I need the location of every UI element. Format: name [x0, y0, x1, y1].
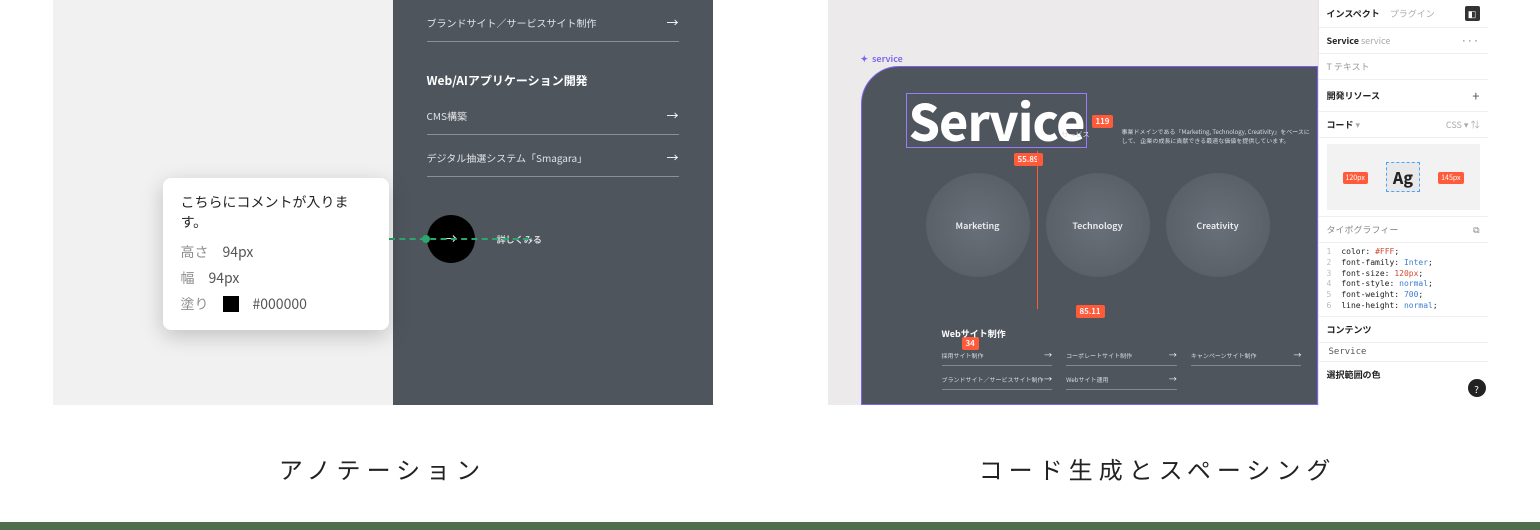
circle-creativity: Creativity: [1166, 173, 1270, 277]
annotation-panel: ブランドサイト／サービスサイト制作 → Web/AIアプリケーション開発 CMS…: [40, 0, 725, 486]
more-icon[interactable]: ···: [1461, 34, 1479, 47]
menu-item[interactable]: ブランドサイト／サービスサイト制作 →: [427, 0, 679, 42]
menu-item[interactable]: デジタル抽選システム「Smagara」 →: [427, 135, 679, 177]
code-label: コード: [1327, 118, 1354, 131]
service-link[interactable]: コーポレートサイト制作→: [1066, 346, 1177, 366]
arrow-right-icon: →: [1169, 374, 1177, 385]
code-lang[interactable]: CSS: [1446, 118, 1462, 131]
annotation-card[interactable]: こちらにコメントが入ります。 高さ 94px 幅 94px 塗り #000000: [163, 178, 389, 330]
code-row: コード ▾ CSS ▾ ⇅: [1319, 112, 1488, 138]
text-type-row: T テキスト: [1319, 54, 1488, 80]
spacing-badge: 119: [1092, 115, 1114, 128]
panel-toggle-icon[interactable]: ◧: [1465, 6, 1480, 21]
layer-name: service: [1361, 34, 1390, 47]
layer-type: Service: [1327, 34, 1359, 47]
menu-item[interactable]: CMS構築 →: [427, 93, 679, 135]
label: 幅: [181, 268, 195, 288]
help-icon[interactable]: ?: [1468, 379, 1486, 397]
arrow-right-icon: →: [666, 14, 678, 31]
selection-color-heading: 選択範囲の色: [1319, 362, 1488, 387]
value: #000000: [253, 294, 307, 314]
arrow-right-icon: →: [1293, 350, 1301, 361]
layer-name-row: Service service ···: [1319, 28, 1488, 54]
arrow-right-icon: →: [1044, 374, 1052, 385]
service-sub: サービス: [1062, 130, 1090, 140]
size-badge-right: 145px: [1438, 172, 1463, 184]
tab-inspect[interactable]: インスペクト: [1327, 7, 1380, 20]
arrow-right-icon: →: [1044, 350, 1052, 361]
menu-label: ブランドサイト／サービスサイト制作: [427, 15, 597, 30]
arrow-right-icon: →: [666, 149, 678, 166]
inspector-sidebar: インスペクト プラグイン ◧ Service service ··· T テキス…: [1318, 0, 1488, 405]
spacing-badge: 85.11: [1076, 305, 1105, 318]
frame-name: service: [872, 52, 903, 65]
annotation-height: 高さ 94px: [181, 242, 371, 262]
value: 94px: [209, 268, 240, 288]
service-link[interactable]: Webサイト運用→: [1066, 370, 1177, 390]
settings-icon[interactable]: ⇅: [1470, 118, 1479, 131]
frame-label[interactable]: service: [861, 52, 903, 65]
size-badge-left: 120px: [1343, 172, 1368, 184]
content-heading: コンテンツ: [1319, 317, 1488, 343]
color-swatch: [223, 296, 239, 312]
annotation-leader-line: [389, 238, 529, 240]
typography-heading: タイポグラフィー ⧉: [1319, 217, 1488, 243]
ag-sample: Ag: [1386, 162, 1420, 192]
arrow-right-icon: →: [1169, 350, 1177, 361]
label: 塗り: [181, 294, 209, 314]
label: 高さ: [181, 242, 209, 262]
copy-icon[interactable]: ⧉: [1473, 223, 1479, 236]
codegen-panel: service Service サービス 事業ドメインである「Marketing…: [815, 0, 1500, 486]
menu-label: デジタル抽選システム「Smagara」: [427, 150, 588, 165]
circle-marketing: Marketing: [926, 173, 1030, 277]
links-heading: Webサイト制作: [942, 327, 1302, 340]
service-links: Webサイト制作 採用サイト制作→ コーポレートサイト制作→ キャンペーンサイト…: [942, 327, 1302, 390]
annotation-comment: こちらにコメントが入ります。: [181, 192, 371, 232]
menu-label: CMS構築: [427, 108, 467, 123]
content-value[interactable]: Service: [1319, 343, 1488, 362]
inspector-tabs: インスペクト プラグイン ◧: [1319, 0, 1488, 28]
service-link[interactable]: 採用サイト制作→: [942, 346, 1053, 366]
service-link[interactable]: キャンペーンサイト制作→: [1191, 346, 1302, 366]
css-code-list[interactable]: 1 color: #FFF; 2 font-family: Inter; 3 f…: [1319, 243, 1488, 317]
service-frame[interactable]: Service サービス 事業ドメインである「Marketing, Techno…: [861, 66, 1318, 405]
devres-label: 開発リソース: [1327, 89, 1381, 102]
value: 94px: [223, 242, 254, 262]
design-canvas[interactable]: service Service サービス 事業ドメインである「Marketing…: [828, 0, 1318, 405]
caption-right: コード生成とスペーシング: [979, 451, 1337, 486]
spacing-badge: 55.89: [1014, 153, 1043, 166]
dark-content-column: ブランドサイト／サービスサイト制作 → Web/AIアプリケーション開発 CMS…: [393, 0, 713, 405]
service-link[interactable]: ブランドサイト／サービスサイト制作→: [942, 370, 1053, 390]
dev-resources-row: 開発リソース +: [1319, 80, 1488, 112]
annotation-screenshot: ブランドサイト／サービスサイト制作 → Web/AIアプリケーション開発 CMS…: [53, 0, 713, 405]
plus-icon[interactable]: +: [1472, 86, 1479, 105]
caption-left: アノテーション: [279, 451, 486, 486]
section-heading: Web/AIアプリケーション開発: [427, 72, 679, 89]
feature-circles: Marketing Technology Creativity: [926, 173, 1270, 277]
annotation-fill: 塗り #000000: [181, 294, 371, 314]
service-desc: 事業ドメインである「Marketing, Technology, Creativ…: [1122, 127, 1312, 145]
service-title[interactable]: Service: [906, 93, 1088, 148]
arrow-right-icon: →: [666, 107, 678, 124]
codegen-screenshot: service Service サービス 事業ドメインである「Marketing…: [828, 0, 1488, 405]
text-label: テキスト: [1334, 60, 1370, 73]
typography-preview: 120px Ag 145px: [1327, 144, 1480, 210]
annotation-width: 幅 94px: [181, 268, 371, 288]
tab-plugin[interactable]: プラグイン: [1390, 7, 1435, 20]
circle-technology: Technology: [1046, 173, 1150, 277]
footer-bar: [0, 522, 1540, 530]
